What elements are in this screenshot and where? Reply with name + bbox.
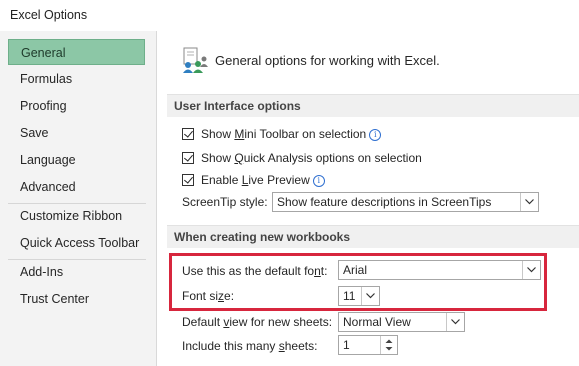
highlight-annotation-box xyxy=(169,253,547,311)
screentip-style-dropdown[interactable]: Show feature descriptions in ScreenTips xyxy=(272,192,539,212)
live-preview-checkbox[interactable] xyxy=(182,174,194,186)
sidebar-item-proofing[interactable]: Proofing xyxy=(8,93,145,119)
default-view-label: Default view for new sheets: xyxy=(182,315,333,329)
info-icon[interactable]: i xyxy=(369,129,382,141)
sidebar-item-language[interactable]: Language xyxy=(8,147,145,173)
sidebar-item-trust-center[interactable]: Trust Center xyxy=(8,286,145,312)
sidebar-item-advanced[interactable]: Advanced xyxy=(8,174,145,200)
sidebar-item-add-ins[interactable]: Add-Ins xyxy=(8,259,145,285)
screentip-style-label: ScreenTip style: xyxy=(182,195,268,209)
default-view-value: Normal View xyxy=(343,315,411,329)
title-bar: Excel Options xyxy=(0,0,579,31)
sidebar-item-general[interactable]: General xyxy=(8,39,145,65)
mini-toolbar-checkbox[interactable] xyxy=(182,128,194,140)
sidebar-item-formulas[interactable]: Formulas xyxy=(8,66,145,92)
mini-toolbar-label: Show Mini Toolbar on selection i xyxy=(201,125,382,143)
sheets-count-stepper[interactable]: 1 xyxy=(338,335,398,355)
sheets-count-label: Include this many sheets: xyxy=(182,339,318,353)
info-icon[interactable]: i xyxy=(312,175,325,187)
section-title: When creating new workbooks xyxy=(174,230,351,244)
page-title: General options for working with Excel. xyxy=(215,53,440,68)
main-panel: General options for working with Excel. … xyxy=(157,31,579,366)
quick-analysis-checkbox[interactable] xyxy=(182,152,194,164)
sidebar: General Formulas Proofing Save Language … xyxy=(0,31,157,366)
window-title: Excel Options xyxy=(10,8,88,22)
live-preview-label: Enable Live Preview i xyxy=(201,171,325,189)
sidebar-item-customize-ribbon[interactable]: Customize Ribbon xyxy=(8,203,145,229)
screentip-style-value: Show feature descriptions in ScreenTips xyxy=(277,195,492,209)
section-header-new-workbooks: When creating new workbooks xyxy=(167,225,579,248)
sidebar-item-save[interactable]: Save xyxy=(8,120,145,146)
sidebar-item-quick-access-toolbar[interactable]: Quick Access Toolbar xyxy=(8,230,145,256)
users-options-icon xyxy=(179,45,209,75)
chevron-down-icon[interactable] xyxy=(446,313,464,331)
sheets-count-value: 1 xyxy=(343,338,350,352)
chevron-down-icon[interactable] xyxy=(520,193,538,211)
section-title: User Interface options xyxy=(174,99,301,113)
quick-analysis-label: Show Quick Analysis options on selection xyxy=(201,151,422,165)
spin-arrows-icon[interactable] xyxy=(380,336,397,354)
default-view-dropdown[interactable]: Normal View xyxy=(338,312,465,332)
section-header-ui-options: User Interface options xyxy=(167,94,579,117)
